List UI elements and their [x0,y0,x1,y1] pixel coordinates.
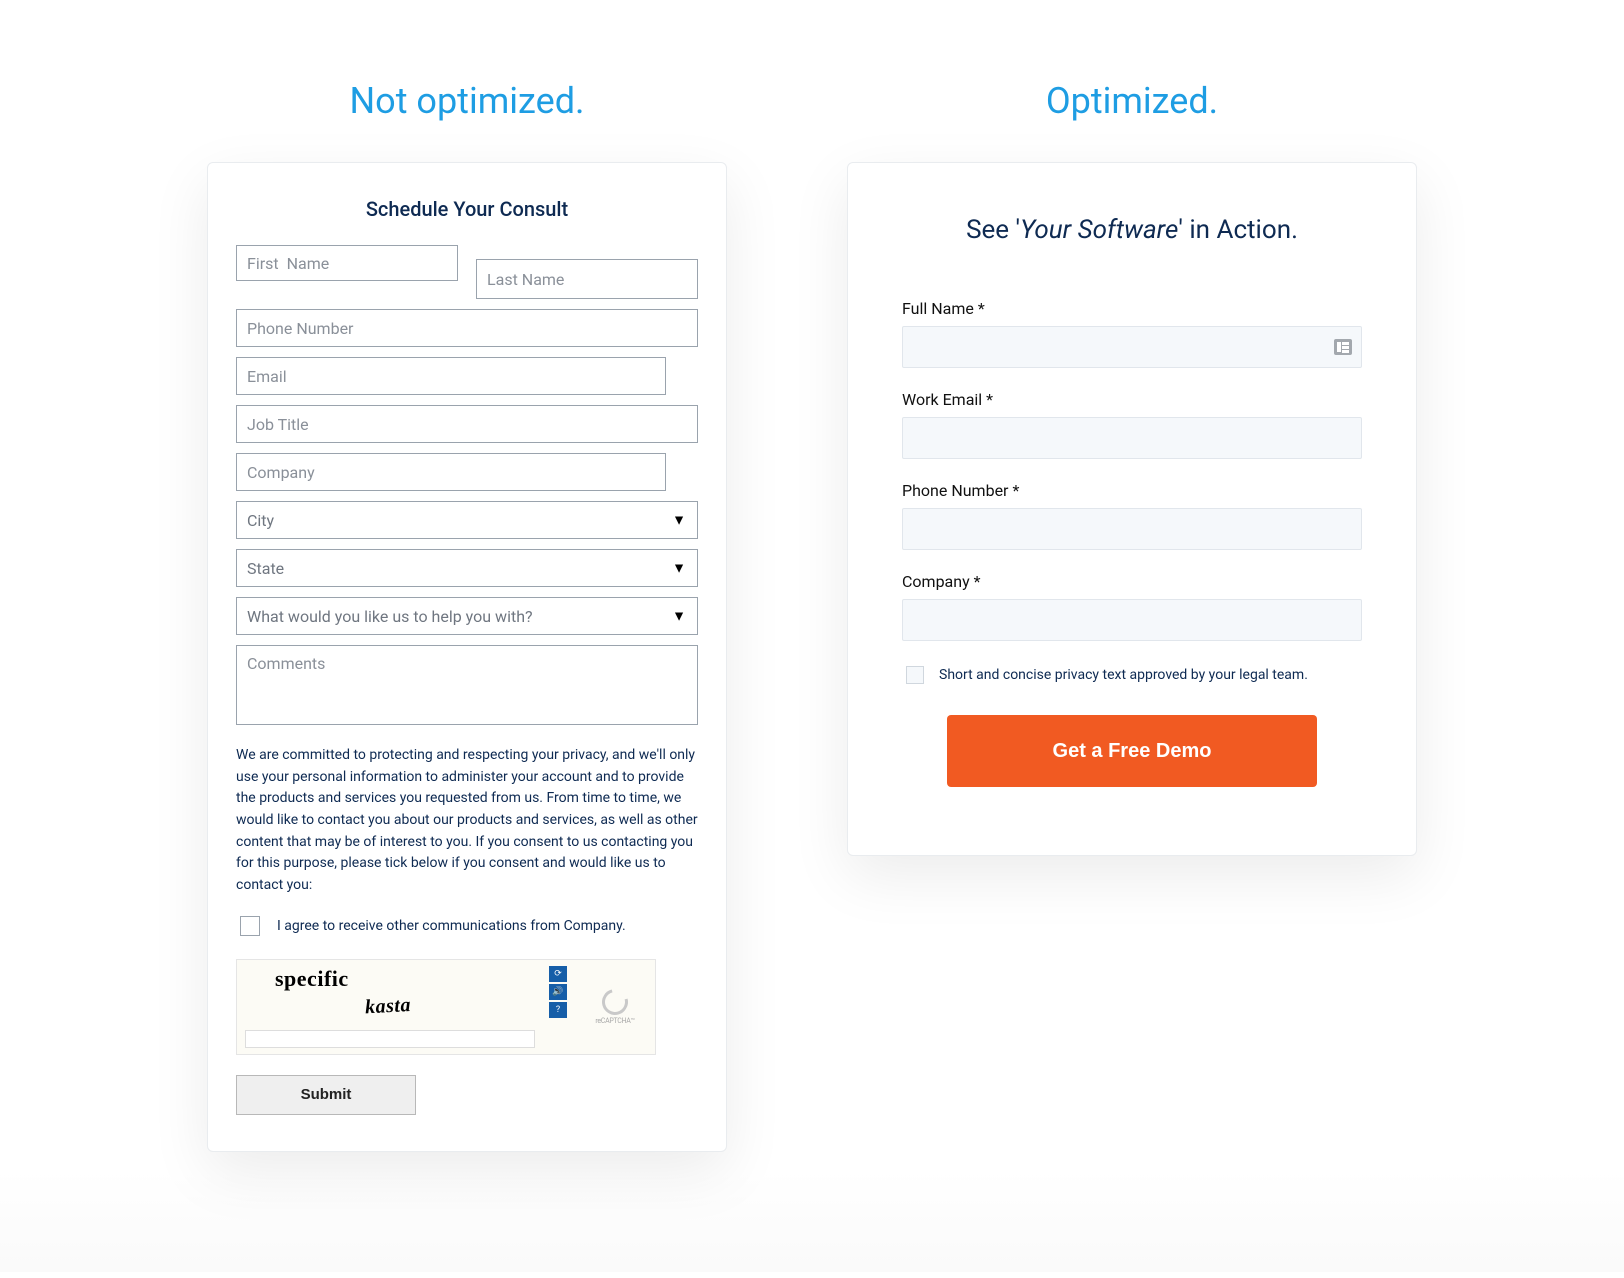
last-name-input[interactable] [476,259,698,299]
not-optimized-heading: Not optimized. [350,80,585,122]
privacy-paragraph: We are committed to protecting and respe… [236,745,698,897]
recaptcha-label: reCAPTCHA™ [595,1017,634,1025]
first-name-input[interactable] [236,245,458,281]
optimized-form-card: See 'Your Software' in Action. Full Name… [847,162,1417,856]
captcha-image: specific kasta [237,960,541,1054]
company-group: Company * [902,572,1362,641]
agree-row[interactable]: I agree to receive other communications … [236,913,698,939]
captcha-word-1: specific [275,966,533,992]
form-title-right: See 'Your Software' in Action. [868,215,1396,245]
company-input[interactable] [236,453,666,491]
captcha-input[interactable] [245,1030,535,1048]
name-row [236,245,698,299]
submit-button[interactable]: Submit [236,1075,416,1115]
company-input-right[interactable] [902,599,1362,641]
contact-card-icon [1334,339,1352,355]
captcha-help-icon[interactable]: ? [549,1002,567,1018]
comments-textarea[interactable] [236,645,698,725]
job-title-input[interactable] [236,405,698,443]
phone-input-right[interactable] [902,508,1362,550]
work-email-input[interactable] [902,417,1362,459]
work-email-group: Work Email * [902,390,1362,459]
captcha-word-2: kasta [365,987,534,1019]
phone-group: Phone Number * [902,481,1362,550]
captcha-controls: ⟳ 🔊 ? [541,960,575,1054]
form-title-left: Schedule Your Consult [236,197,698,221]
full-name-label: Full Name * [902,299,1362,318]
phone-label: Phone Number * [902,481,1362,500]
recaptcha-icon [597,984,633,1020]
optimized-column: Optimized. See 'Your Software' in Action… [847,80,1417,1152]
recaptcha-logo: reCAPTCHA™ [575,960,655,1054]
work-email-label: Work Email * [902,390,1362,409]
full-name-input[interactable] [902,326,1362,368]
city-select[interactable]: City [236,501,698,539]
optimized-heading: Optimized. [1046,80,1218,122]
privacy-row[interactable]: Short and concise privacy text approved … [902,663,1362,687]
city-select-wrap: City ▼ [236,501,698,539]
not-optimized-form-card: Schedule Your Consult City ▼ State ▼ [207,162,727,1152]
privacy-short-text: Short and concise privacy text approved … [939,667,1308,683]
privacy-checkbox[interactable] [906,666,924,684]
not-optimized-column: Not optimized. Schedule Your Consult Cit… [207,80,727,1152]
title-italic: Your Software [1020,215,1178,245]
state-select-wrap: State ▼ [236,549,698,587]
help-select[interactable]: What would you like us to help you with? [236,597,698,635]
full-name-group: Full Name * [902,299,1362,368]
state-select[interactable]: State [236,549,698,587]
phone-input[interactable] [236,309,698,347]
title-post: ' in Action. [1178,215,1298,245]
email-input[interactable] [236,357,666,395]
agree-label: I agree to receive other communications … [277,918,626,934]
company-label: Company * [902,572,1362,591]
title-pre: See ' [966,215,1020,245]
captcha-audio-icon[interactable]: 🔊 [549,984,567,1000]
captcha-refresh-icon[interactable]: ⟳ [549,966,567,982]
agree-checkbox[interactable] [240,916,260,936]
comparison-page: Not optimized. Schedule Your Consult Cit… [0,0,1624,1272]
captcha-widget: specific kasta ⟳ 🔊 ? reCAPTCHA™ [236,959,656,1055]
get-demo-button[interactable]: Get a Free Demo [947,715,1317,787]
help-select-wrap: What would you like us to help you with?… [236,597,698,635]
